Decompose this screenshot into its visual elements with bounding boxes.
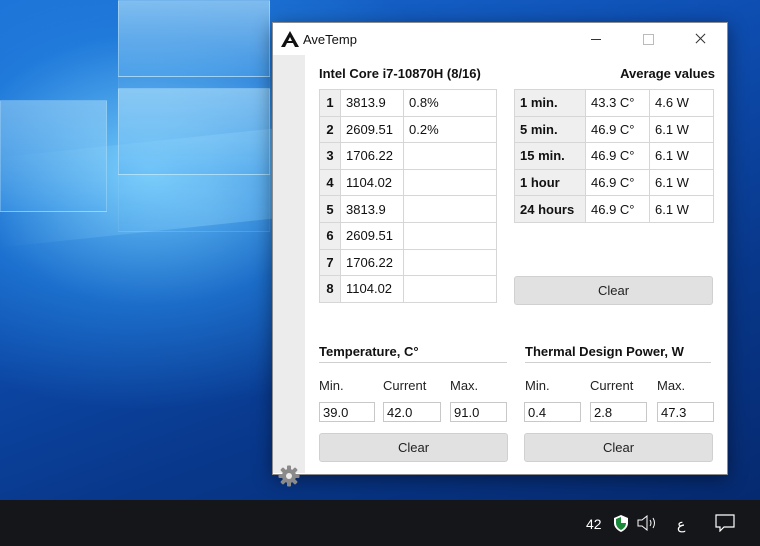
- core-load: 0.8%: [403, 89, 497, 117]
- tdp-divider: [525, 362, 711, 363]
- shield-icon[interactable]: [614, 515, 628, 532]
- core-frequency: 1706.22: [340, 142, 404, 170]
- core-number: 8: [319, 275, 341, 303]
- temperature-min-field[interactable]: 39.0: [319, 402, 375, 422]
- wallpaper-pane: [0, 100, 107, 212]
- temperature-current-label: Current: [383, 378, 427, 393]
- cpu-name: Intel Core i7-10870H (8/16): [319, 66, 481, 81]
- core-frequency: 2609.51: [340, 221, 404, 250]
- core-frequency: 1706.22: [340, 248, 404, 277]
- core-row: 2 2609.51 0.2%: [319, 115, 497, 144]
- core-row: 8 1104.02: [319, 275, 497, 303]
- tdp-min-label: Min.: [525, 378, 550, 393]
- title-bar[interactable]: AveTemp: [273, 23, 727, 55]
- core-number: 1: [319, 89, 341, 117]
- average-values-title: Average values: [620, 66, 715, 81]
- window-title: AveTemp: [303, 32, 357, 47]
- core-row: 5 3813.9: [319, 195, 497, 223]
- tdp-max-label: Max.: [657, 378, 686, 393]
- average-period: 1 min.: [514, 89, 586, 117]
- temperature-current-field[interactable]: 42.0: [383, 402, 441, 422]
- core-frequency: 3813.9: [340, 89, 404, 117]
- core-load: [403, 142, 497, 170]
- minimize-icon[interactable]: [573, 23, 619, 55]
- average-row: 1 hour 46.9 C° 6.1 W: [514, 168, 714, 197]
- average-row: 5 min. 46.9 C° 6.1 W: [514, 115, 714, 144]
- core-load: [403, 195, 497, 223]
- average-temperature: 46.9 C°: [585, 115, 650, 144]
- wallpaper-pane: [118, 0, 270, 232]
- average-power: 6.1 W: [649, 195, 714, 223]
- tray-temperature[interactable]: 42: [586, 516, 602, 532]
- maximize-icon[interactable]: [625, 23, 671, 55]
- core-frequency: 3813.9: [340, 195, 404, 223]
- taskbar: 42 ع: [0, 500, 760, 546]
- average-power: 6.1 W: [649, 142, 714, 170]
- core-load: 0.2%: [403, 115, 497, 144]
- average-power: 4.6 W: [649, 89, 714, 117]
- average-temperature: 46.9 C°: [585, 195, 650, 223]
- core-frequency: 1104.02: [340, 168, 404, 197]
- input-language-indicator[interactable]: ع: [677, 516, 685, 533]
- notification-icon[interactable]: [715, 514, 735, 532]
- tdp-current-field[interactable]: 2.8: [590, 402, 647, 422]
- gear-icon[interactable]: [278, 465, 300, 487]
- temperature-max-field[interactable]: 91.0: [450, 402, 507, 422]
- core-frequency: 2609.51: [340, 115, 404, 144]
- core-table: 1 3813.9 0.8% 2 2609.51 0.2% 3 1706.22 4 1104.02 5…: [319, 89, 497, 303]
- core-row: 4 1104.02: [319, 168, 497, 197]
- average-period: 5 min.: [514, 115, 586, 144]
- core-row: 3 1706.22: [319, 142, 497, 170]
- clear-temperature-button[interactable]: Clear: [319, 433, 508, 462]
- tdp-current-label: Current: [590, 378, 634, 393]
- core-number: 5: [319, 195, 341, 223]
- core-number: 3: [319, 142, 341, 170]
- average-power: 6.1 W: [649, 115, 714, 144]
- temperature-divider: [319, 362, 507, 363]
- core-number: 4: [319, 168, 341, 197]
- tdp-title: Thermal Design Power, W: [525, 344, 684, 359]
- close-icon[interactable]: [677, 23, 723, 55]
- temperature-min-label: Min.: [319, 378, 344, 393]
- clear-tdp-button[interactable]: Clear: [524, 433, 713, 462]
- core-row: 6 2609.51: [319, 221, 497, 250]
- avetemp-logo-icon: [281, 31, 299, 47]
- average-period: 15 min.: [514, 142, 586, 170]
- average-row: 15 min. 46.9 C° 6.1 W: [514, 142, 714, 170]
- average-period: 24 hours: [514, 195, 586, 223]
- average-power: 6.1 W: [649, 168, 714, 197]
- core-number: 2: [319, 115, 341, 144]
- core-load: [403, 248, 497, 277]
- core-load: [403, 275, 497, 303]
- core-load: [403, 168, 497, 197]
- average-temperature: 46.9 C°: [585, 142, 650, 170]
- temperature-max-label: Max.: [450, 378, 479, 393]
- tdp-max-field[interactable]: 47.3: [657, 402, 714, 422]
- speaker-icon[interactable]: [637, 515, 659, 531]
- clear-averages-button[interactable]: Clear: [514, 276, 713, 305]
- average-temperature: 43.3 C°: [585, 89, 650, 117]
- avetemp-window: AveTemp Intel Core i7-10870H (8/16) Aver…: [272, 22, 728, 487]
- average-temperature: 46.9 C°: [585, 168, 650, 197]
- average-values-table: 1 min. 43.3 C° 4.6 W5 min. 46.9 C° 6.1 W 15 m…: [514, 89, 714, 223]
- average-row: 24 hours 46.9 C° 6.1 W: [514, 195, 714, 223]
- core-number: 7: [319, 248, 341, 277]
- average-row: 1 min. 43.3 C° 4.6 W: [514, 89, 714, 117]
- core-number: 6: [319, 221, 341, 250]
- core-row: 7 1706.22: [319, 248, 497, 277]
- core-load: [403, 221, 497, 250]
- core-row: 1 3813.9 0.8%: [319, 89, 497, 117]
- temperature-title: Temperature, C°: [319, 344, 419, 359]
- sidebar: [273, 55, 305, 487]
- tdp-min-field[interactable]: 0.4: [524, 402, 581, 422]
- core-frequency: 1104.02: [340, 275, 404, 303]
- average-period: 1 hour: [514, 168, 586, 197]
